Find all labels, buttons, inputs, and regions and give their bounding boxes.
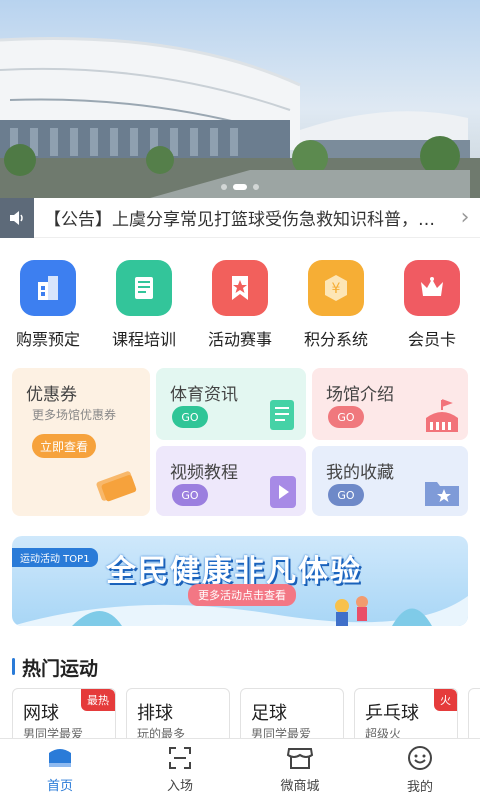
crown-icon [404,260,460,316]
menu-label: 会员卡 [407,330,456,349]
video-icon [270,476,296,508]
speaker-icon [0,197,34,238]
promo-banner[interactable]: 运动活动 TOP1 全民健康非凡体验 更多活动点击查看 [12,536,468,626]
menu-label: 积分系统 [303,330,368,349]
view-now-button[interactable]: 立即查看 [32,434,96,458]
ticket-icon [96,471,137,502]
folder-star-icon [425,482,459,506]
carousel-dots[interactable] [221,184,259,190]
tab-profile[interactable]: 我的 [360,739,480,800]
tab-label: 微商城 [280,779,320,794]
quick-menu: 购票预定 课程培训 活动赛事 ¥ 积分系统 会员卡 [0,260,480,350]
ribbon-star-icon [212,260,268,316]
yen-coin-icon: ¥ [308,260,364,316]
notice-bar[interactable]: 【公告】上虞分享常见打篮球受伤急救知识科普，你知道… › [0,197,480,238]
video-tutorial-card[interactable]: 视频教程 GO [156,446,306,516]
sport-name: 足球 [251,703,287,724]
favorites-card[interactable]: 我的收藏 GO [312,446,468,516]
go-button[interactable]: GO [328,406,364,428]
hot-sports-title: 热门运动 [12,654,98,681]
venue-intro-title: 场馆介绍 [326,385,394,405]
menu-label: 购票预定 [15,330,80,349]
carousel-dot[interactable] [253,184,259,190]
carousel-dot[interactable] [221,184,227,190]
more-activities-button[interactable]: 更多活动点击查看 [188,584,296,606]
tab-label: 我的 [406,780,433,795]
svg-text:¥: ¥ [332,281,341,297]
sport-name: 网球 [23,703,59,724]
menu-item-course-training[interactable]: 课程培训 [96,260,192,350]
feature-cards: 优惠券 更多场馆优惠券 立即查看 体育资讯 GO 场馆介绍 GO 视频教程 GO [12,368,468,518]
go-button[interactable]: GO [328,484,364,506]
menu-item-membership-card[interactable]: 会员卡 [384,260,480,350]
scan-icon [169,747,191,769]
sport-name: 排球 [137,703,173,724]
venue-intro-card[interactable]: 场馆介绍 GO [312,368,468,440]
tab-label: 首页 [46,779,73,794]
tab-home[interactable]: 首页 [0,739,120,800]
menu-item-events[interactable]: 活动赛事 [192,260,288,350]
notice-text[interactable]: 【公告】上虞分享常见打篮球受伤急救知识科普，你知道… [34,205,450,230]
sport-name: 乒乓球 [365,703,419,724]
coupon-subtitle: 更多场馆优惠券 [32,408,117,422]
tab-label: 入场 [166,779,193,794]
home-icon [49,749,71,767]
menu-item-points[interactable]: ¥ 积分系统 [288,260,384,350]
video-tutorial-title: 视频教程 [170,463,238,483]
document-icon [270,400,294,430]
bottom-tab-bar: 首页 入场 微商城 我的 [0,738,480,800]
go-button[interactable]: GO [172,484,208,506]
tab-entry[interactable]: 入场 [120,739,240,800]
hero-banner[interactable] [0,0,480,198]
menu-label: 活动赛事 [207,330,272,349]
chevron-right-icon[interactable]: › [450,205,480,230]
carousel-dot-active[interactable] [233,184,247,190]
sports-news-title: 体育资讯 [170,385,238,405]
hot-badge: 最热 [81,689,115,711]
coupon-title: 优惠券 [26,385,77,405]
stadium-icon [426,399,458,432]
fire-badge: 火 [434,689,457,711]
favorites-title: 我的收藏 [326,463,394,483]
promo-tag: 运动活动 TOP1 [12,548,98,567]
store-icon [286,748,314,769]
building-icon [20,260,76,316]
stadium-photo [0,0,480,198]
profile-icon [408,746,432,770]
coupon-card[interactable]: 优惠券 更多场馆优惠券 立即查看 [12,368,150,516]
go-button[interactable]: GO [172,406,208,428]
menu-item-ticket-booking[interactable]: 购票预定 [0,260,96,350]
tab-mall[interactable]: 微商城 [240,739,360,800]
sports-news-card[interactable]: 体育资讯 GO [156,368,306,440]
book-icon [116,260,172,316]
menu-label: 课程培训 [111,330,176,349]
